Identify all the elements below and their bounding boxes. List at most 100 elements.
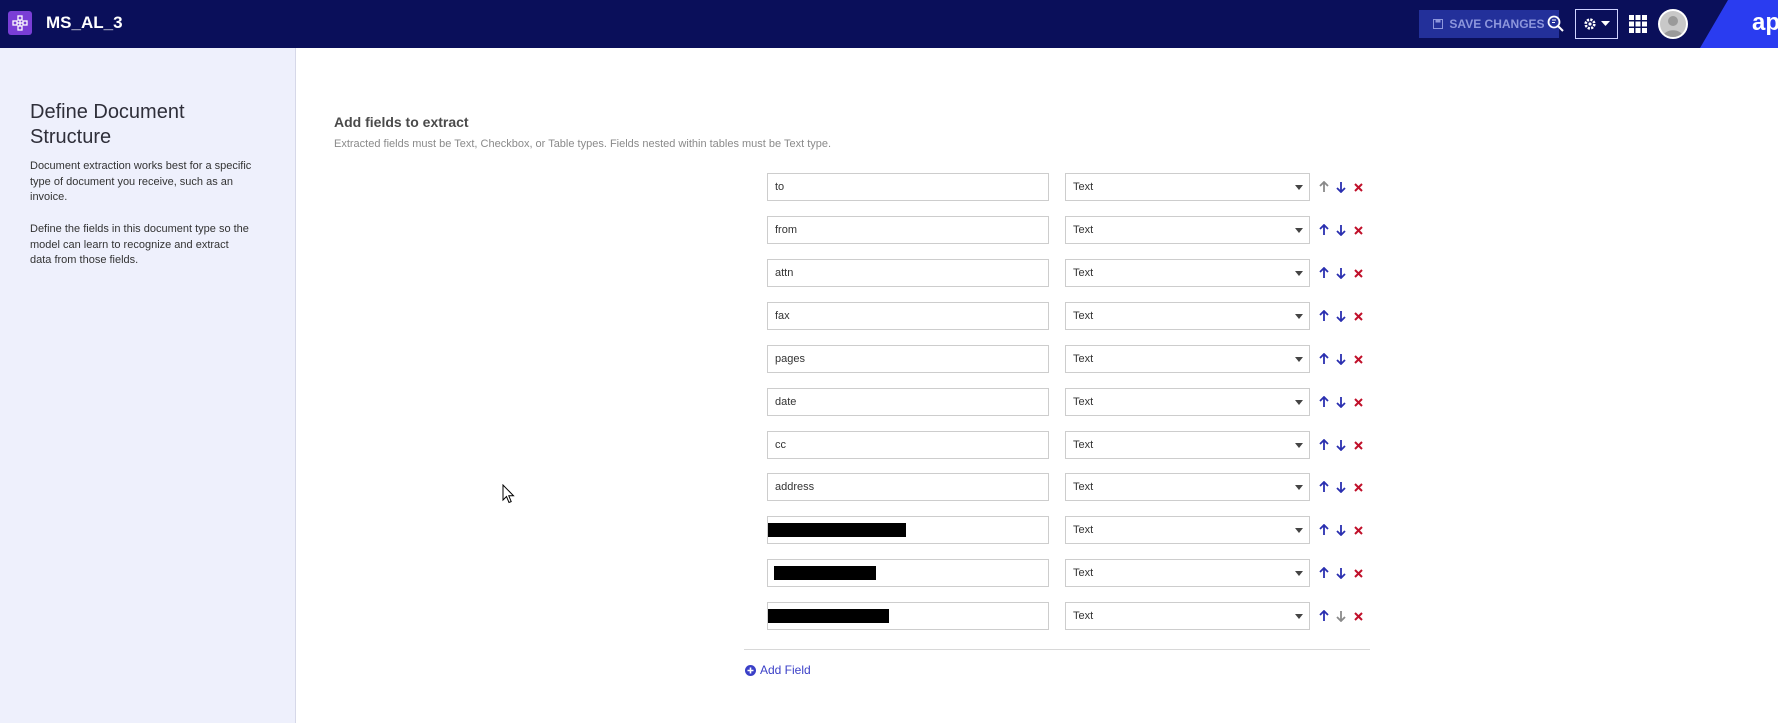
brand-corner: ap xyxy=(1700,0,1778,48)
field-name-input[interactable] xyxy=(767,259,1049,287)
field-type-select[interactable]: Text xyxy=(1065,345,1310,373)
field-row: Text xyxy=(767,388,1367,416)
move-down-icon[interactable] xyxy=(1334,179,1348,195)
field-name-input[interactable] xyxy=(767,473,1049,501)
redaction-block xyxy=(768,523,906,537)
caret-down-icon xyxy=(1295,357,1303,362)
sidebar: Define Document Structure Document extra… xyxy=(0,48,296,723)
delete-icon[interactable] xyxy=(1351,222,1365,238)
divider xyxy=(744,649,1370,650)
delete-icon[interactable] xyxy=(1351,265,1365,281)
user-avatar[interactable] xyxy=(1658,9,1688,39)
caret-down-icon xyxy=(1295,614,1303,619)
field-type-select[interactable]: Text xyxy=(1065,302,1310,330)
move-up-icon[interactable] xyxy=(1317,479,1331,495)
field-row: Text xyxy=(767,259,1367,287)
move-up-icon[interactable] xyxy=(1317,608,1331,624)
caret-down-icon xyxy=(1295,485,1303,490)
chevron-down-icon xyxy=(1601,21,1610,26)
move-up-icon[interactable] xyxy=(1317,522,1331,538)
field-type-select[interactable]: Text xyxy=(1065,473,1310,501)
caret-down-icon xyxy=(1295,185,1303,190)
move-up-icon[interactable] xyxy=(1317,179,1331,195)
section-subtitle: Extracted fields must be Text, Checkbox,… xyxy=(334,138,832,150)
move-up-icon[interactable] xyxy=(1317,565,1331,581)
caret-down-icon xyxy=(1295,228,1303,233)
move-down-icon[interactable] xyxy=(1334,608,1348,624)
field-type-value: Text xyxy=(1073,310,1094,322)
delete-icon[interactable] xyxy=(1351,565,1365,581)
caret-down-icon xyxy=(1295,528,1303,533)
move-down-icon[interactable] xyxy=(1334,437,1348,453)
delete-icon[interactable] xyxy=(1351,437,1365,453)
field-type-value: Text xyxy=(1073,224,1094,236)
delete-icon[interactable] xyxy=(1351,308,1365,324)
field-row: Text xyxy=(767,173,1367,201)
move-down-icon[interactable] xyxy=(1334,265,1348,281)
move-up-icon[interactable] xyxy=(1317,222,1331,238)
caret-down-icon xyxy=(1295,571,1303,576)
move-down-icon[interactable] xyxy=(1334,222,1348,238)
field-type-value: Text xyxy=(1073,524,1094,536)
field-row: Text xyxy=(767,216,1367,244)
sidebar-paragraph-2: Define the fields in this document type … xyxy=(30,223,249,266)
field-type-select[interactable]: Text xyxy=(1065,259,1310,287)
move-down-icon[interactable] xyxy=(1334,479,1348,495)
field-row: Text xyxy=(767,516,1367,544)
move-up-icon[interactable] xyxy=(1317,437,1331,453)
move-down-icon[interactable] xyxy=(1334,522,1348,538)
field-type-select[interactable]: Text xyxy=(1065,559,1310,587)
redaction-block xyxy=(774,566,876,580)
section-title: Add fields to extract xyxy=(334,114,469,130)
field-name-input[interactable] xyxy=(767,431,1049,459)
delete-icon[interactable] xyxy=(1351,179,1365,195)
field-name-input[interactable] xyxy=(767,388,1049,416)
field-type-select[interactable]: Text xyxy=(1065,602,1310,630)
field-type-select[interactable]: Text xyxy=(1065,216,1310,244)
field-row: Text xyxy=(767,602,1367,630)
move-down-icon[interactable] xyxy=(1334,394,1348,410)
apps-grid-icon[interactable] xyxy=(1626,12,1650,36)
mouse-cursor-icon xyxy=(502,483,516,509)
move-down-icon[interactable] xyxy=(1334,565,1348,581)
caret-down-icon xyxy=(1295,400,1303,405)
field-name-input[interactable] xyxy=(767,173,1049,201)
save-changes-button[interactable]: SAVE CHANGES xyxy=(1419,10,1559,38)
move-up-icon[interactable] xyxy=(1317,308,1331,324)
save-icon xyxy=(1433,19,1444,29)
field-row: Text xyxy=(767,302,1367,330)
add-field-button[interactable]: Add Field xyxy=(745,663,811,677)
move-up-icon[interactable] xyxy=(1317,265,1331,281)
delete-icon[interactable] xyxy=(1351,522,1365,538)
move-down-icon[interactable] xyxy=(1334,351,1348,367)
top-bar: MS_AL_3 SAVE CHANGES ap xyxy=(0,0,1778,48)
caret-down-icon xyxy=(1295,271,1303,276)
field-type-select[interactable]: Text xyxy=(1065,431,1310,459)
field-type-value: Text xyxy=(1073,396,1094,408)
field-type-select[interactable]: Text xyxy=(1065,516,1310,544)
field-name-input[interactable] xyxy=(767,345,1049,373)
search-document-icon[interactable] xyxy=(1544,12,1568,36)
field-type-value: Text xyxy=(1073,267,1094,279)
field-type-select[interactable]: Text xyxy=(1065,388,1310,416)
delete-icon[interactable] xyxy=(1351,608,1365,624)
delete-icon[interactable] xyxy=(1351,479,1365,495)
field-type-value: Text xyxy=(1073,439,1094,451)
field-name-input[interactable] xyxy=(767,216,1049,244)
field-name-input[interactable] xyxy=(767,302,1049,330)
settings-menu-button[interactable] xyxy=(1575,9,1618,39)
field-type-value: Text xyxy=(1073,481,1094,493)
field-type-value: Text xyxy=(1073,567,1094,579)
field-row: Text xyxy=(767,431,1367,459)
app-title: MS_AL_3 xyxy=(46,13,123,32)
delete-icon[interactable] xyxy=(1351,351,1365,367)
app-logo-icon[interactable] xyxy=(8,11,32,35)
redaction-block xyxy=(768,609,889,623)
caret-down-icon xyxy=(1295,314,1303,319)
move-up-icon[interactable] xyxy=(1317,351,1331,367)
field-type-select[interactable]: Text xyxy=(1065,173,1310,201)
sidebar-title: Define Document Structure xyxy=(30,101,185,148)
move-up-icon[interactable] xyxy=(1317,394,1331,410)
move-down-icon[interactable] xyxy=(1334,308,1348,324)
delete-icon[interactable] xyxy=(1351,394,1365,410)
